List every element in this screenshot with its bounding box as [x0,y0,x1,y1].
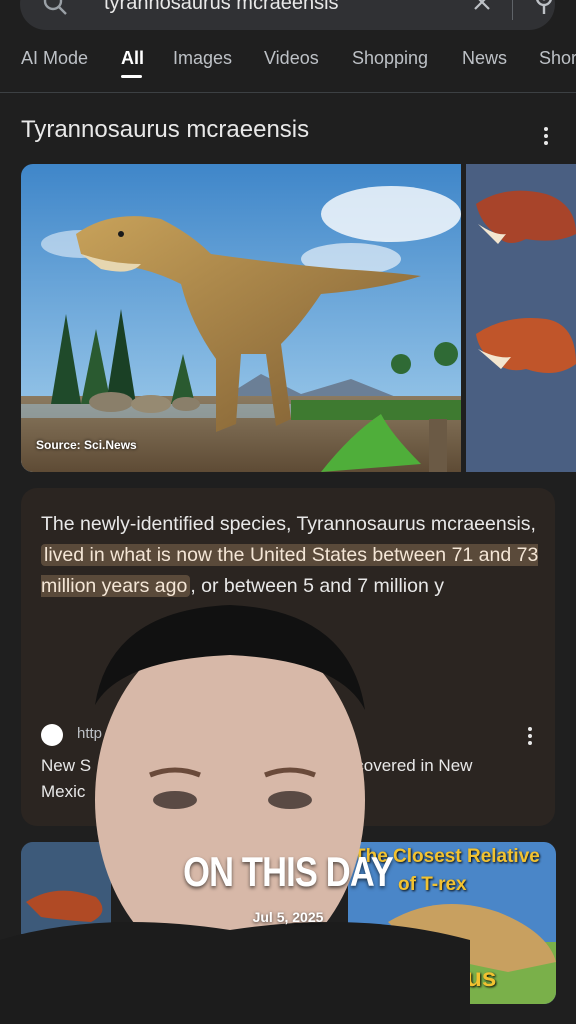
snippet-text: The newly-identified species, Tyrannosau… [41,509,541,602]
tab-ai-mode[interactable]: AI Mode [21,48,88,69]
tab-images[interactable]: Images [173,48,232,69]
search-input[interactable]: tyrannosaurus mcraeensis [104,0,339,15]
tab-videos[interactable]: Videos [264,48,319,69]
search-bar[interactable]: tyrannosaurus mcraeensis [20,0,555,30]
active-tab-indicator [121,75,142,78]
overlay-date: Jul 5, 2025 [252,909,324,925]
tab-all[interactable]: All [121,48,144,69]
knowledge-panel-title: Tyrannosaurus mcraeensis [21,116,310,143]
tab-shorts[interactable]: Shor [539,48,576,69]
dinosaur-image-secondary[interactable] [466,164,576,472]
tab-news[interactable]: News [462,48,507,69]
lens-icon[interactable] [530,0,558,16]
tab-shopping[interactable]: Shopping [352,48,428,69]
close-icon[interactable] [468,0,496,16]
overlay-title: ON THIS DAY [183,848,394,895]
tabs-divider [0,92,576,93]
more-options-icon[interactable] [538,126,554,146]
image-source-label: Source: Sci.News [36,438,137,452]
dinosaur-image[interactable] [21,164,461,472]
search-icon [43,0,67,15]
snippet-text-middle: , or between 5 and 7 million y [190,575,444,597]
creator-video-overlay [0,605,470,1024]
search-divider [512,0,513,20]
snippet-text-start: The newly-identified species, Tyrannosau… [41,513,536,535]
search-tabs: AI Mode All Images Videos Shopping News … [0,46,576,88]
